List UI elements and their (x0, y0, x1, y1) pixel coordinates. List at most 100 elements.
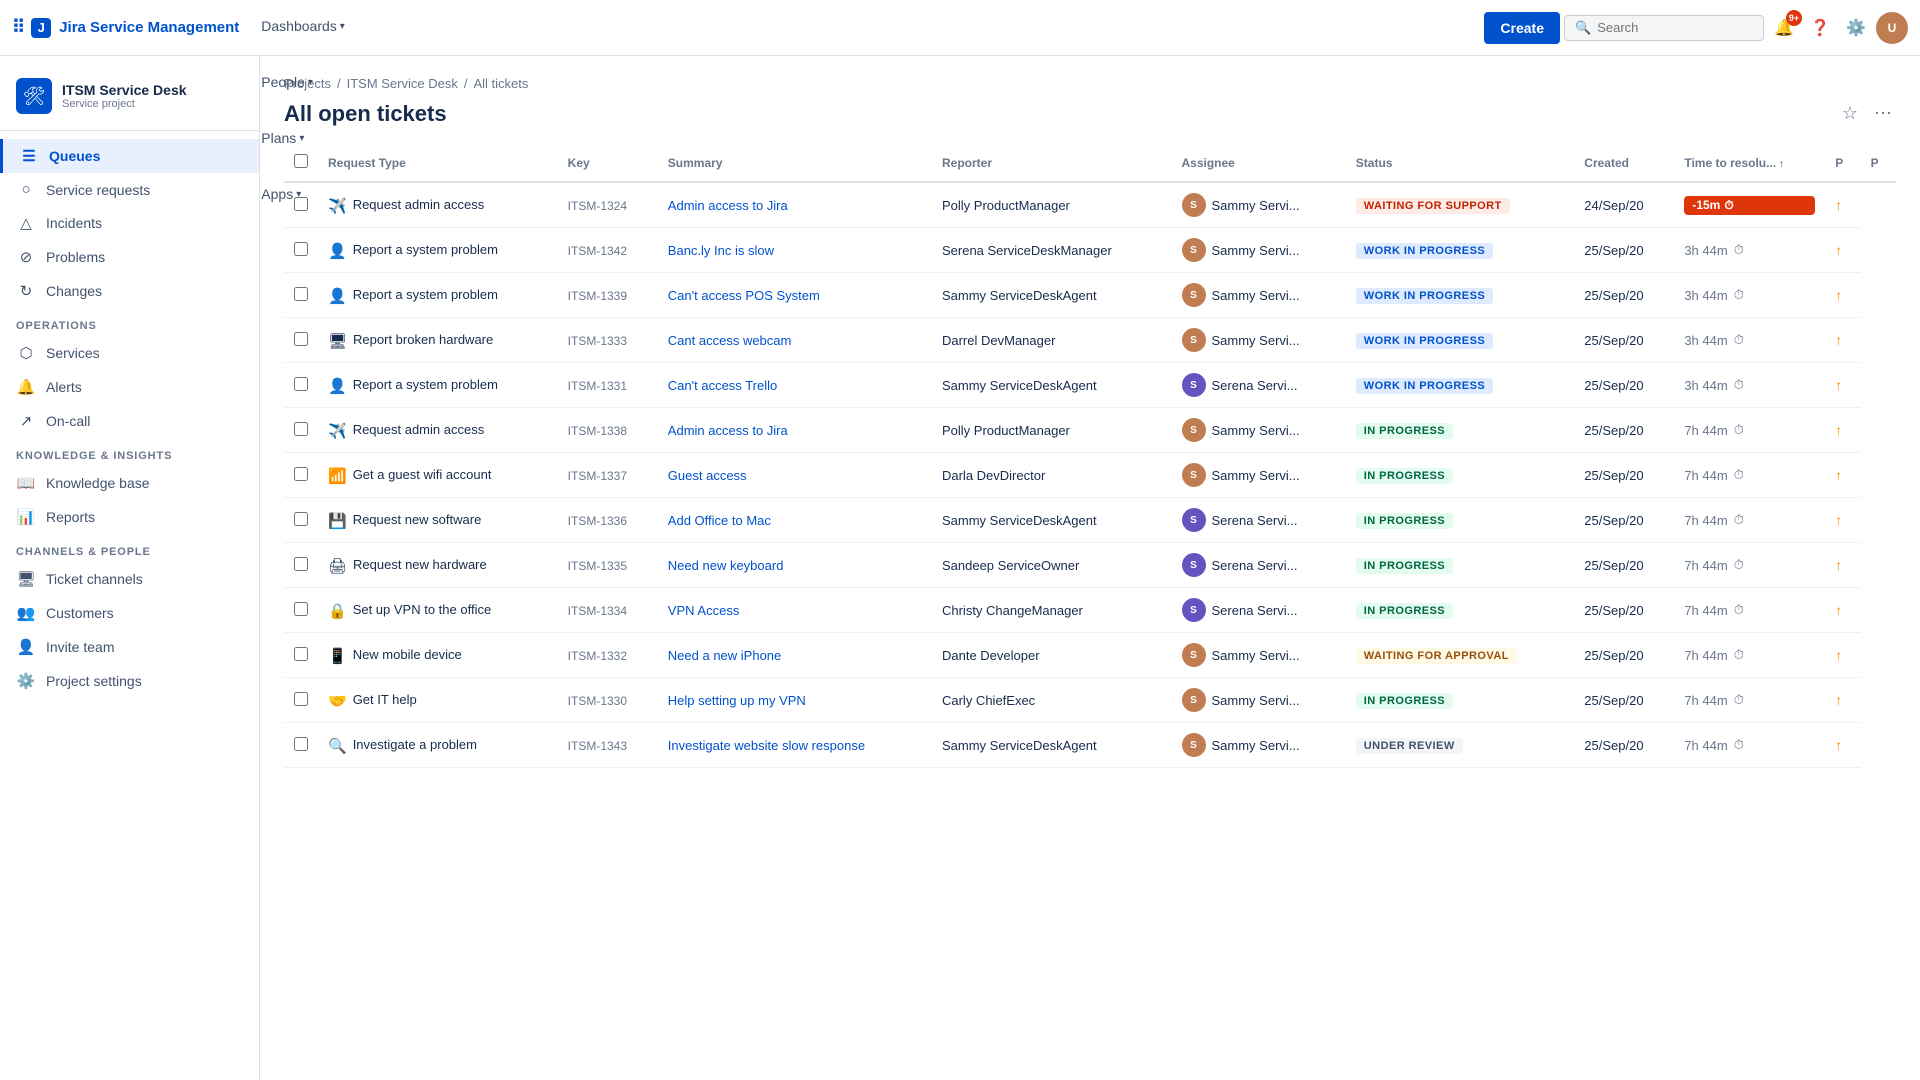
summary-link[interactable]: Can't access Trello (668, 378, 777, 393)
sidebar-item-knowledge-base[interactable]: 📖 Knowledge base (0, 466, 259, 500)
sidebar-item-ticket-channels[interactable]: 🖥 Ticket channels (0, 562, 259, 596)
col-header-created[interactable]: Created (1574, 144, 1674, 182)
key-cell[interactable]: ITSM-1333 (558, 318, 658, 363)
row-checkbox-cell (284, 408, 318, 453)
sidebar-item-service-requests[interactable]: ○ Service requests (0, 173, 259, 206)
ticket-key[interactable]: ITSM-1331 (568, 379, 627, 393)
time-to-resolution-cell: -15m⏱ (1674, 182, 1825, 228)
row-checkbox[interactable] (294, 332, 308, 346)
col-header-assignee[interactable]: Assignee (1172, 144, 1346, 182)
row-checkbox[interactable] (294, 602, 308, 616)
ticket-key[interactable]: ITSM-1336 (568, 514, 627, 528)
key-cell[interactable]: ITSM-1342 (558, 228, 658, 273)
sidebar-item-incidents[interactable]: △ Incidents (0, 206, 259, 240)
help-button[interactable]: ❓ (1804, 12, 1836, 44)
sidebar-item-reports[interactable]: 📊 Reports (0, 500, 259, 534)
key-cell[interactable]: ITSM-1337 (558, 453, 658, 498)
service-requests-icon: ○ (16, 181, 36, 198)
settings-button[interactable]: ⚙️ (1840, 12, 1872, 44)
knowledge-base-icon: 📖 (16, 474, 36, 492)
col-header-key[interactable]: Key (558, 144, 658, 182)
nav-link-apps[interactable]: Apps ▾ (251, 168, 355, 224)
col-header-reporter[interactable]: Reporter (932, 144, 1172, 182)
sidebar-item-project-settings[interactable]: ⚙️ Project settings (0, 664, 259, 698)
created-cell: 24/Sep/20 (1574, 182, 1674, 228)
create-button[interactable]: Create (1484, 12, 1560, 44)
summary-link[interactable]: Can't access POS System (668, 288, 820, 303)
sidebar-item-alerts[interactable]: 🔔 Alerts (0, 370, 259, 404)
summary-link[interactable]: Admin access to Jira (668, 423, 788, 438)
summary-link[interactable]: Admin access to Jira (668, 198, 788, 213)
ticket-key[interactable]: ITSM-1324 (568, 199, 627, 213)
clock-icon: ⏱ (1734, 557, 1744, 573)
ticket-key[interactable]: ITSM-1343 (568, 739, 627, 753)
sidebar-item-on-call[interactable]: ↗ On-call (0, 404, 259, 438)
ticket-key[interactable]: ITSM-1339 (568, 289, 627, 303)
ticket-key[interactable]: ITSM-1334 (568, 604, 627, 618)
breadcrumb-itsm[interactable]: ITSM Service Desk (347, 76, 458, 91)
sidebar-item-customers[interactable]: 👥 Customers (0, 596, 259, 630)
col-header-priority[interactable]: P (1825, 144, 1860, 182)
row-checkbox[interactable] (294, 287, 308, 301)
ticket-key[interactable]: ITSM-1332 (568, 649, 627, 663)
summary-link[interactable]: Cant access webcam (668, 333, 792, 348)
ticket-key[interactable]: ITSM-1333 (568, 334, 627, 348)
sidebar-section-knowledge-&-insights: Knowledge & Insights 📖 Knowledge base 📊 … (0, 438, 259, 534)
nav-link-dashboards[interactable]: Dashboards ▾ (251, 0, 355, 56)
row-checkbox[interactable] (294, 737, 308, 751)
summary-link[interactable]: VPN Access (668, 603, 740, 618)
more-options-button[interactable]: ⋯ (1870, 99, 1896, 128)
key-cell[interactable]: ITSM-1331 (558, 363, 658, 408)
ticket-key[interactable]: ITSM-1330 (568, 694, 627, 708)
summary-link[interactable]: Investigate website slow response (668, 738, 865, 753)
search-input[interactable] (1597, 20, 1753, 35)
ticket-key[interactable]: ITSM-1342 (568, 244, 627, 258)
row-checkbox[interactable] (294, 242, 308, 256)
row-checkbox[interactable] (294, 467, 308, 481)
col-header-status[interactable]: Status (1346, 144, 1575, 182)
created-date: 25/Sep/20 (1584, 558, 1643, 573)
sidebar-item-invite-team[interactable]: 👤 Invite team (0, 630, 259, 664)
summary-cell: Can't access Trello (658, 363, 932, 408)
key-cell[interactable]: ITSM-1335 (558, 543, 658, 588)
ticket-key[interactable]: ITSM-1337 (568, 469, 627, 483)
sidebar-item-problems[interactable]: ⊘ Problems (0, 240, 259, 274)
col-header-summary[interactable]: Summary (658, 144, 932, 182)
jira-icon: J (31, 18, 51, 38)
key-cell[interactable]: ITSM-1324 (558, 182, 658, 228)
star-button[interactable]: ☆ (1838, 99, 1862, 128)
nav-link-plans[interactable]: Plans ▾ (251, 112, 355, 168)
row-checkbox[interactable] (294, 512, 308, 526)
app-logo[interactable]: ⠿ J Jira Service Management (12, 17, 239, 38)
summary-link[interactable]: Banc.ly Inc is slow (668, 243, 774, 258)
col-header-priority[interactable]: P (1861, 144, 1896, 182)
row-checkbox[interactable] (294, 692, 308, 706)
key-cell[interactable]: ITSM-1338 (558, 408, 658, 453)
summary-link[interactable]: Need new keyboard (668, 558, 784, 573)
time-to-resolution-cell: 3h 44m⏱ (1674, 273, 1825, 318)
col-header-time-to-resolution[interactable]: Time to resolu... ↑ (1674, 144, 1825, 182)
user-avatar[interactable]: U (1876, 12, 1908, 44)
ticket-key[interactable]: ITSM-1335 (568, 559, 627, 573)
summary-link[interactable]: Help setting up my VPN (668, 693, 806, 708)
key-cell[interactable]: ITSM-1332 (558, 633, 658, 678)
key-cell[interactable]: ITSM-1334 (558, 588, 658, 633)
summary-link[interactable]: Guest access (668, 468, 747, 483)
row-checkbox[interactable] (294, 377, 308, 391)
notification-button[interactable]: 🔔 9+ (1768, 12, 1800, 44)
summary-link[interactable]: Need a new iPhone (668, 648, 781, 663)
nav-link-people[interactable]: People ▾ (251, 56, 355, 112)
search-box[interactable]: 🔍 (1564, 15, 1764, 41)
sidebar-item-queues[interactable]: ☰ Queues (0, 139, 259, 173)
key-cell[interactable]: ITSM-1336 (558, 498, 658, 543)
row-checkbox[interactable] (294, 422, 308, 436)
sidebar-item-changes[interactable]: ↻ Changes (0, 274, 259, 308)
summary-link[interactable]: Add Office to Mac (668, 513, 771, 528)
row-checkbox[interactable] (294, 647, 308, 661)
sidebar-item-services[interactable]: ⬡ Services (0, 336, 259, 370)
ticket-key[interactable]: ITSM-1338 (568, 424, 627, 438)
key-cell[interactable]: ITSM-1330 (558, 678, 658, 723)
key-cell[interactable]: ITSM-1343 (558, 723, 658, 768)
key-cell[interactable]: ITSM-1339 (558, 273, 658, 318)
row-checkbox[interactable] (294, 557, 308, 571)
